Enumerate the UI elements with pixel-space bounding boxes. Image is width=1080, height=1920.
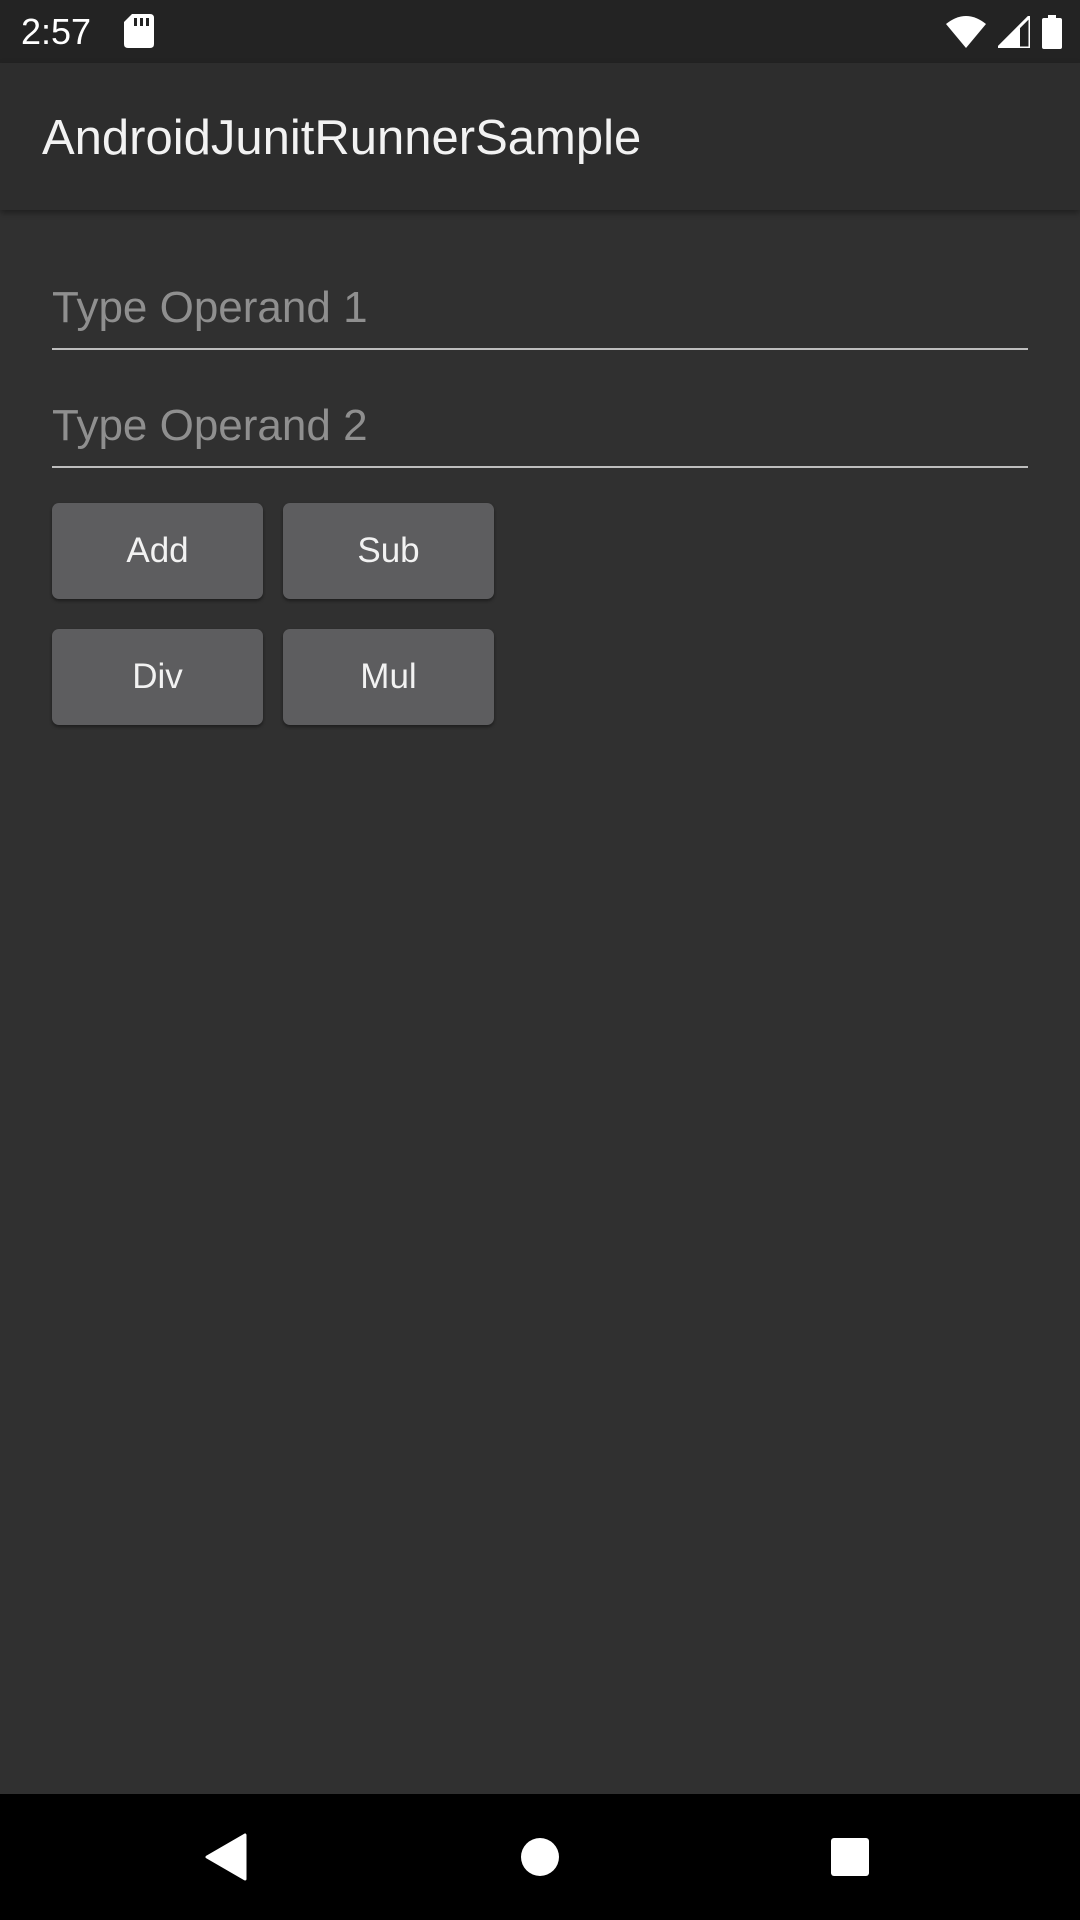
app-bar: AndroidJunitRunnerSample [0,63,1080,210]
back-icon [205,1833,247,1881]
operand1-field[interactable] [52,268,1028,350]
sd-card-icon [124,14,154,48]
div-button[interactable]: Div [52,629,263,725]
mul-button[interactable]: Mul [283,629,494,725]
nav-recents-button[interactable] [815,1822,885,1892]
battery-icon [1042,15,1062,49]
add-button[interactable]: Add [52,503,263,599]
operand1-input[interactable] [52,278,1028,338]
operand2-field[interactable] [52,386,1028,468]
status-bar: 2:57 [0,0,1080,63]
status-time: 2:57 [21,11,92,52]
nav-back-button[interactable] [192,1822,262,1892]
navigation-bar [0,1794,1080,1920]
signal-icon [998,16,1030,48]
nav-home-button[interactable] [505,1822,575,1892]
operand2-input[interactable] [52,396,1028,456]
status-icons [946,14,1062,50]
home-icon [521,1838,559,1876]
recents-icon [831,1838,869,1876]
wifi-icon [946,16,986,48]
sub-button[interactable]: Sub [283,503,494,599]
app-title: AndroidJunitRunnerSample [42,111,642,165]
screen: 2:57 AndroidJunitRunnerSample Type Opera… [0,0,1080,1920]
